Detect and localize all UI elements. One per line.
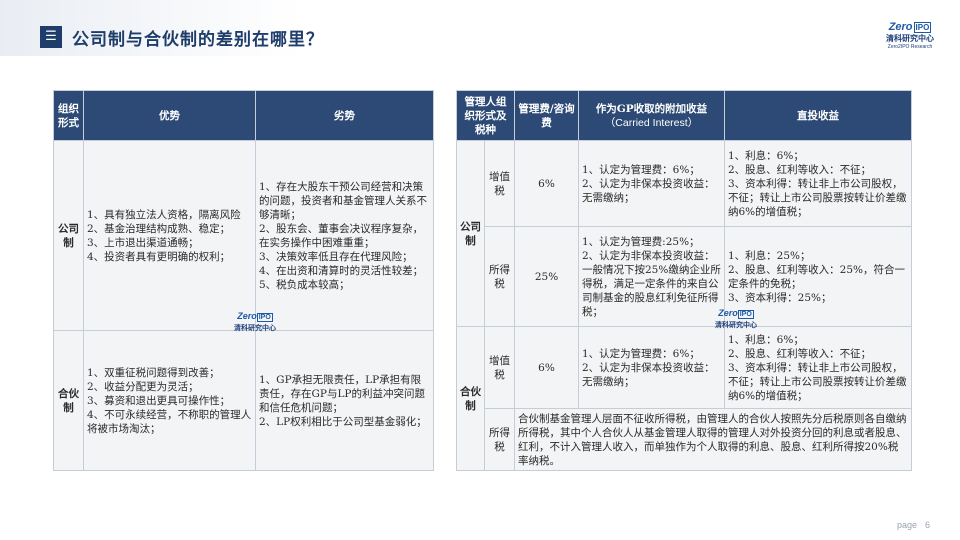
partnership-income-text: 合伙制基金管理人层面不征收所得税，由管理人的合伙人按照先分后税原则各自缴纳所得税… bbox=[514, 408, 912, 471]
carry-text: 1、认定为管理费：6%； 2、认定为非保本投资收益：无需缴纳； bbox=[578, 140, 725, 227]
header-carry: 作为GP收取的附加收益 （Carried Interest） bbox=[578, 90, 725, 141]
row-label-company: 公司制 bbox=[456, 140, 485, 327]
watermark-logo: Zero IPO 清科研究中心 bbox=[715, 308, 757, 329]
header-org-form: 组织形式 bbox=[53, 90, 84, 141]
page-title: 公司制与合伙制的差别在哪里？ bbox=[72, 30, 324, 50]
header-fee: 管理费/咨询费 bbox=[514, 90, 579, 141]
logo-zero: Zero bbox=[888, 21, 913, 33]
carry-text: 1、认定为管理费：6%； 2、认定为非保本投资收益：无需缴纳； bbox=[578, 326, 725, 409]
header-disadvantages: 劣势 bbox=[255, 90, 434, 141]
page-number: page 6 bbox=[896, 520, 930, 530]
header-direct: 直投收益 bbox=[724, 90, 912, 141]
tax-comparison-table: 管理人组织形式及税种 管理费/咨询费 作为GP收取的附加收益 （Carried … bbox=[456, 90, 912, 471]
direct-text: 1、利息：6%； 2、股息、红利等收入：不征； 3、资本利得：转让非上市公司股权… bbox=[724, 326, 912, 409]
row-label-partnership: 合伙制 bbox=[456, 326, 485, 471]
tax-label-income: 所得税 bbox=[484, 226, 515, 327]
watermark-logo: Zero IPO 清科研究中心 bbox=[234, 311, 276, 332]
direct-text: 1、利息：6%； 2、股息、红利等收入：不征； 3、资本利得：转让非上市公司股权… bbox=[724, 140, 912, 227]
tax-label-vat: 增值税 bbox=[484, 140, 515, 227]
menu-icon: ☰ bbox=[40, 26, 62, 48]
logo-cn: 清科研究中心 bbox=[886, 34, 934, 43]
table-row-company-income: 所得税 25% 1、认定为管理费:25%； 2、认定为非保本投资收益：一般情况下… bbox=[457, 226, 912, 327]
company-disadvantages: 1、存在大股东干预公司经营和决策的问题，投资者和基金管理人关系不够清晰； 2、股… bbox=[255, 140, 434, 331]
fee-value: 6% bbox=[514, 326, 579, 409]
company-advantages: 1、具有独立法人资格，隔离风险 2、基金治理结构成熟、稳定； 3、上市退出渠道通… bbox=[83, 140, 256, 331]
fee-value: 25% bbox=[514, 226, 579, 327]
row-label-company: 公司制 bbox=[53, 140, 84, 331]
table-row-partnership-income: 所得税 合伙制基金管理人层面不征收所得税，由管理人的合伙人按照先分后税原则各自缴… bbox=[457, 408, 912, 471]
brand-logo: Zero IPO 清科研究中心 Zero2IPO Research bbox=[880, 20, 940, 51]
header-advantages: 优势 bbox=[83, 90, 256, 141]
carry-text: 1、认定为管理费:25%； 2、认定为非保本投资收益：一般情况下按25%缴纳企业… bbox=[578, 226, 725, 327]
header-form-tax: 管理人组织形式及税种 bbox=[456, 90, 515, 141]
table-row-company-vat: 公司制 增值税 6% 1、认定为管理费：6%； 2、认定为非保本投资收益：无需缴… bbox=[456, 140, 912, 327]
fee-value: 6% bbox=[514, 140, 579, 227]
partnership-advantages: 1、双重征税问题得到改善； 2、收益分配更为灵活； 3、募资和退出更具可操作性；… bbox=[83, 330, 256, 471]
logo-en: Zero2IPO Research bbox=[887, 44, 933, 50]
tax-label-vat: 增值税 bbox=[484, 326, 515, 409]
org-form-comparison-table: 组织形式 优势 劣势 公司制 1、具有独立法人资格，隔离风险 2、基金治理结构成… bbox=[53, 90, 434, 471]
tax-label-income: 所得税 bbox=[484, 408, 515, 471]
partnership-disadvantages: 1、GP承担无限责任，LP承担有限责任，存在GP与LP的利益冲突问题和信任危机问… bbox=[255, 330, 434, 471]
row-label-partnership: 合伙制 bbox=[53, 330, 84, 471]
table-row-partnership: 合伙制 1、双重征税问题得到改善； 2、收益分配更为灵活； 3、募资和退出更具可… bbox=[53, 330, 434, 471]
logo-ipo: IPO bbox=[913, 21, 932, 33]
table-row-partnership-vat: 合伙制 增值税 6% 1、认定为管理费：6%； 2、认定为非保本投资收益：无需缴… bbox=[456, 326, 912, 471]
table-row-company: 公司制 1、具有独立法人资格，隔离风险 2、基金治理结构成熟、稳定； 3、上市退… bbox=[53, 140, 434, 331]
